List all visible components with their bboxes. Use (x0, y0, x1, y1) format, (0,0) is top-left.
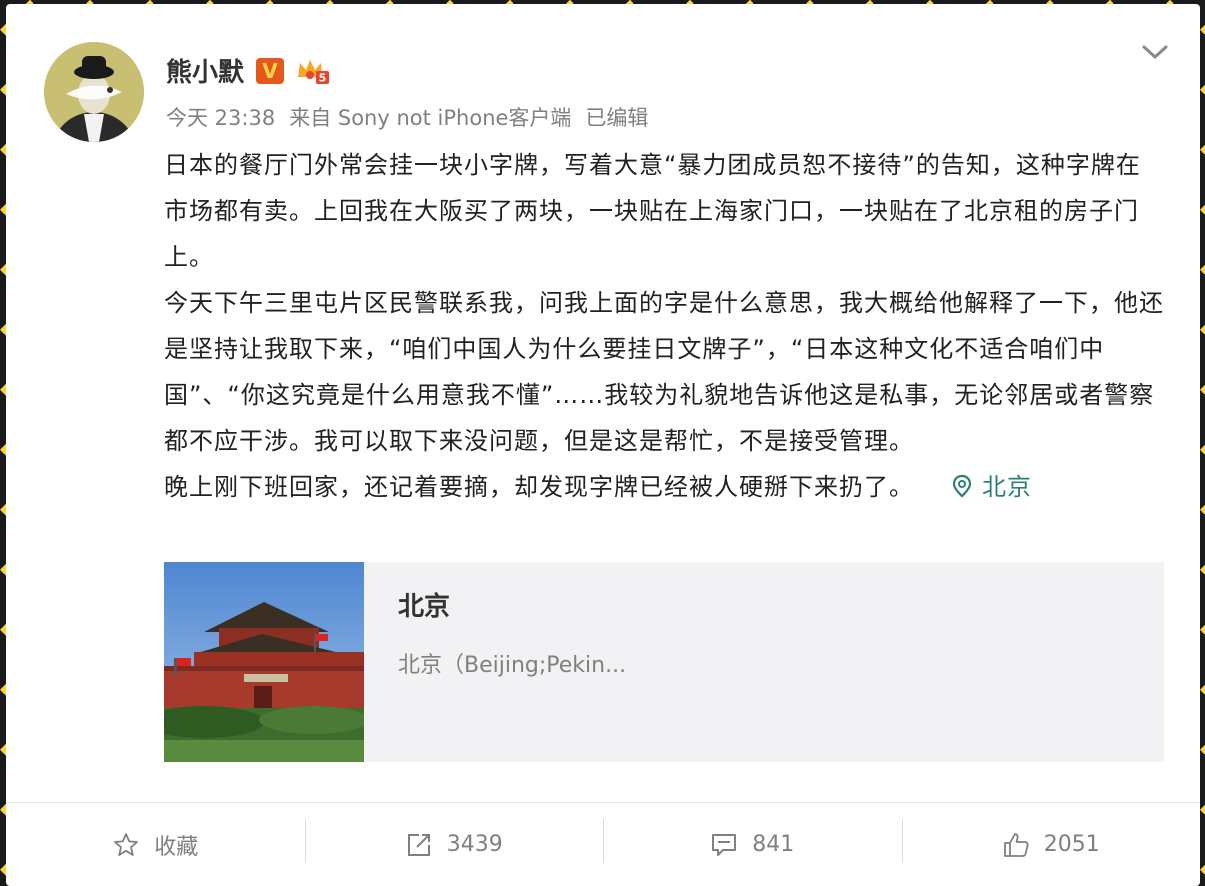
comment-count: 841 (752, 832, 795, 857)
place-text: 北京 北京（Beijing;Pekin... (364, 562, 660, 762)
avatar-image (44, 42, 144, 142)
favorite-button[interactable]: 收藏 (6, 803, 305, 886)
location-link[interactable]: 北京 (952, 473, 1032, 501)
member-level-label: 5 (319, 71, 327, 84)
post-source[interactable]: 来自 Sony not iPhone客户端 (289, 106, 571, 130)
post-paragraph-3-text: 晚上刚下班回家，还记着要摘，却发现字牌已经被人硬掰下来扔了。 (164, 473, 914, 501)
star-icon (114, 832, 139, 856)
avatar[interactable] (44, 42, 144, 142)
like-count: 2051 (1043, 832, 1100, 857)
repost-count: 3439 (446, 832, 503, 857)
author-name-row: 熊小默 V 5 (166, 52, 330, 89)
post-paragraph-3: 晚上刚下班回家，还记着要摘，却发现字牌已经被人硬掰下来扔了。 北京 (164, 464, 1164, 510)
repost-button[interactable]: 3439 (304, 803, 604, 886)
post-paragraph-1: 日本的餐厅门外常会挂一块小字牌，写着大意“暴力团成员恕不接待”的告知，这种字牌在… (164, 151, 1141, 271)
place-description: 北京（Beijing;Pekin... (398, 653, 627, 678)
action-bar: 收藏 3439 841 2051 (6, 802, 1200, 886)
post-body: 日本的餐厅门外常会挂一块小字牌，写着大意“暴力团成员恕不接待”的告知，这种字牌在… (164, 142, 1164, 510)
location-pin-icon (952, 474, 972, 498)
place-image (164, 562, 364, 762)
member-crown-icon[interactable]: 5 (296, 57, 330, 85)
weibo-post-card: 熊小默 V 5 今天 23:38 来自 Sony not iPhone客户端 已编辑… (6, 4, 1200, 886)
place-card[interactable]: 北京 北京（Beijing;Pekin... (164, 562, 1164, 762)
post-time[interactable]: 今天 23:38 (166, 106, 275, 130)
repost-icon (407, 833, 430, 856)
location-label: 北京 (982, 473, 1032, 501)
favorite-label: 收藏 (154, 834, 199, 860)
author-name[interactable]: 熊小默 (166, 52, 244, 89)
post-paragraph-2: 今天下午三里屯片区民警联系我，问我上面的字是什么意思，我大概给他解释了一下，他还… (164, 289, 1164, 455)
chevron-down-icon[interactable] (1140, 42, 1170, 62)
comment-button[interactable]: 841 (603, 803, 902, 886)
place-title: 北京 (398, 592, 451, 622)
verified-badge-icon[interactable]: V (256, 57, 285, 84)
thumbs-up-icon (1003, 832, 1029, 857)
comment-icon (712, 833, 737, 856)
like-button[interactable]: 2051 (901, 803, 1201, 886)
edited-label[interactable]: 已编辑 (585, 106, 648, 130)
post-meta: 今天 23:38 来自 Sony not iPhone客户端 已编辑 (166, 102, 662, 132)
